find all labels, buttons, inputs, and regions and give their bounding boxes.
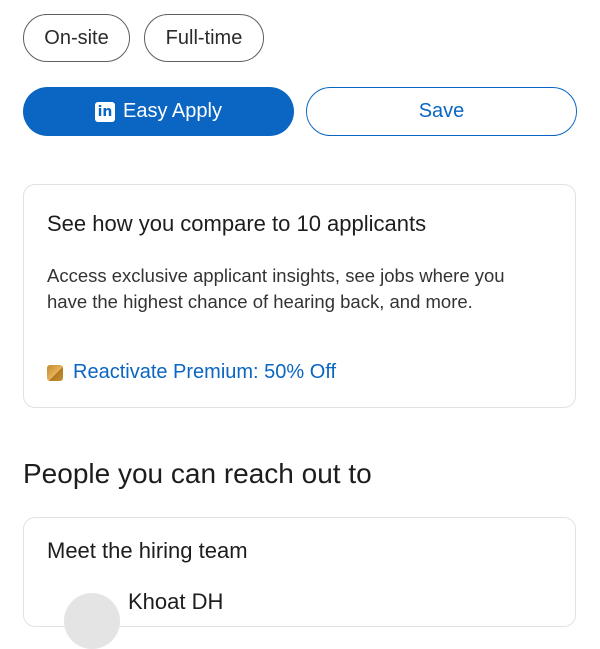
premium-icon	[47, 364, 63, 381]
avatar[interactable]	[64, 593, 120, 649]
hiring-team-card: Meet the hiring team Khoat DH	[23, 517, 576, 649]
fulltime-chip-label: Full-time	[165, 26, 243, 49]
reactivate-premium-label: Reactivate Premium: 50% Off	[73, 361, 337, 383]
easy-apply-label: Easy Apply	[123, 100, 222, 122]
save-button[interactable]: Save	[306, 87, 577, 136]
section-title: People you can reach out to	[23, 458, 372, 489]
linkedin-icon: in	[95, 101, 116, 122]
person-name[interactable]: Khoat DH	[128, 589, 223, 615]
premium-insights-card: See how you compare to 10 applicants Acc…	[23, 184, 576, 408]
reactivate-premium-link[interactable]: Reactivate Premium: 50% Off	[47, 361, 336, 384]
onsite-chip[interactable]: On-site	[23, 14, 130, 62]
easy-apply-button[interactable]: in Easy Apply	[23, 87, 294, 136]
onsite-chip-label: On-site	[44, 26, 109, 49]
premium-card-body: Access exclusive applicant insights, see…	[47, 265, 505, 312]
premium-card-title: See how you compare to 10 applicants	[47, 211, 427, 236]
hiring-team-title: Meet the hiring team	[47, 538, 248, 563]
save-label: Save	[418, 100, 465, 122]
fulltime-chip[interactable]: Full-time	[144, 14, 264, 62]
